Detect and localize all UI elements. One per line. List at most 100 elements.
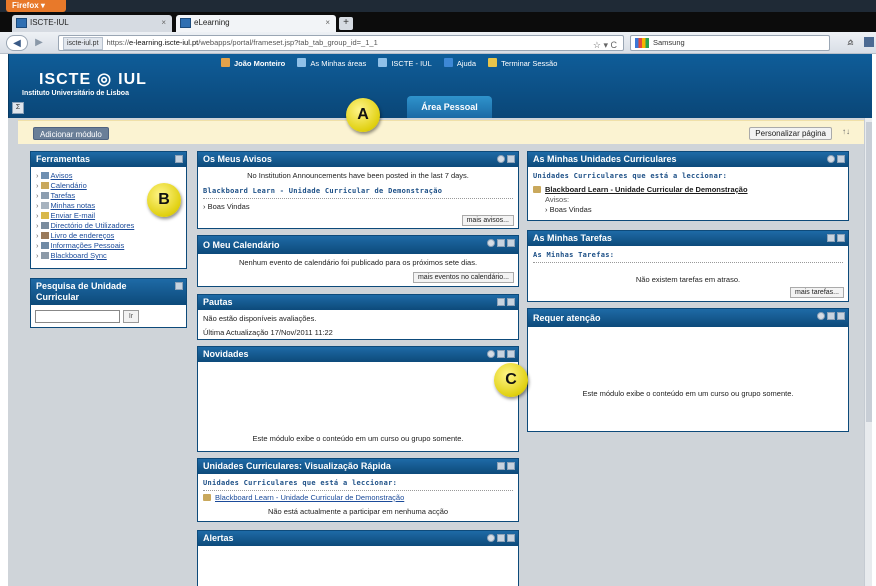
personalize-page-button[interactable]: Personalizar página bbox=[749, 127, 832, 140]
bookmark-star-icon[interactable]: ☆ ▾ C bbox=[593, 38, 617, 50]
announcement-item[interactable]: › Boas Vindas bbox=[533, 205, 843, 215]
module-title: Pesquisa de Unidade Curricular bbox=[31, 279, 186, 305]
module-menu-icon[interactable] bbox=[837, 155, 845, 163]
module-close-icon[interactable] bbox=[507, 462, 515, 470]
announcement-item[interactable]: › Boas Vindas bbox=[203, 202, 513, 212]
tool-item[interactable]: › Avisos bbox=[36, 171, 181, 181]
module-menu-icon[interactable] bbox=[507, 155, 515, 163]
course-link[interactable]: Blackboard Learn - Unidade Curricular de… bbox=[203, 493, 513, 503]
course-link[interactable]: Blackboard Learn - Unidade Curricular de… bbox=[533, 185, 843, 195]
tab-iscte[interactable]: ISCTE-IUL × bbox=[12, 15, 172, 32]
google-icon bbox=[635, 38, 649, 48]
tool-item[interactable]: › Blackboard Sync bbox=[36, 251, 181, 261]
tool-item[interactable]: › Informações Pessoais bbox=[36, 241, 181, 251]
module-visualizacao-rapida: Unidades Curriculares: Visualização Rápi… bbox=[197, 458, 519, 522]
module-title: Alertas bbox=[198, 531, 518, 546]
site-identity-badge[interactable]: iscte-iul.pt bbox=[63, 37, 103, 50]
directory-icon bbox=[40, 222, 49, 229]
module-menu-icon[interactable] bbox=[497, 298, 505, 306]
more-tasks-button[interactable]: mais tarefas... bbox=[790, 287, 844, 298]
module-options-icon[interactable] bbox=[487, 239, 495, 247]
module-close-icon[interactable] bbox=[507, 239, 515, 247]
forward-button[interactable]: ▶ bbox=[30, 35, 48, 51]
bookmarks-icon[interactable] bbox=[864, 37, 874, 47]
module-minhas-uc: As Minhas Unidades Curriculares Unidades… bbox=[527, 151, 849, 221]
reorder-icon[interactable]: ↑↓ bbox=[842, 127, 850, 136]
module-menu-icon[interactable] bbox=[497, 239, 505, 247]
close-icon[interactable]: × bbox=[161, 15, 166, 31]
tab-area-pessoal[interactable]: Área Pessoal bbox=[407, 96, 492, 118]
tasks-icon bbox=[40, 192, 49, 199]
back-arrow-icon: ◀ bbox=[13, 38, 21, 49]
logout-link[interactable]: Terminar Sessão bbox=[488, 58, 557, 68]
module-close-icon[interactable] bbox=[507, 298, 515, 306]
user-name-link[interactable]: João Monteiro bbox=[221, 58, 285, 68]
areas-icon bbox=[297, 58, 307, 67]
module-title: Requer atenção bbox=[528, 309, 848, 327]
module-title: Pautas bbox=[198, 295, 518, 310]
module-close-icon[interactable] bbox=[837, 312, 845, 320]
new-tab-button[interactable]: + bbox=[339, 17, 353, 30]
close-icon[interactable]: × bbox=[325, 15, 330, 31]
module-menu-icon[interactable] bbox=[175, 155, 183, 163]
scrollbar-thumb[interactable] bbox=[866, 122, 872, 422]
site-favicon-icon bbox=[180, 18, 191, 28]
module-close-icon[interactable] bbox=[507, 534, 515, 542]
module-options-icon[interactable] bbox=[497, 155, 505, 163]
module-options-icon[interactable] bbox=[487, 534, 495, 542]
module-menu-icon[interactable] bbox=[497, 462, 505, 470]
module-novidades: Novidades Este módulo exibe o conteúdo e… bbox=[197, 346, 519, 452]
module-menu-icon[interactable] bbox=[827, 312, 835, 320]
tab-elearning[interactable]: eLearning × bbox=[176, 15, 336, 32]
site-header: ISCTE ◎ IUL Instituto Universitário de L… bbox=[8, 54, 872, 118]
search-field[interactable]: Samsung ⌕ bbox=[630, 35, 853, 51]
help-link[interactable]: Ajuda bbox=[443, 58, 476, 68]
iscte-logo[interactable]: ISCTE ◎ IUL bbox=[39, 68, 147, 89]
address-bar[interactable]: iscte-iul.pt https://e-learning.iscte-iul… bbox=[58, 35, 624, 51]
course-icon bbox=[533, 186, 541, 193]
module-close-icon[interactable] bbox=[837, 234, 845, 242]
empty-message: No Institution Announcements have been p… bbox=[247, 171, 469, 180]
scrollbar[interactable] bbox=[864, 118, 872, 586]
module-options-icon[interactable] bbox=[487, 350, 495, 358]
module-options-icon[interactable] bbox=[827, 155, 835, 163]
course-search-input[interactable] bbox=[35, 310, 120, 323]
course-search-go-button[interactable]: Ir bbox=[123, 310, 139, 323]
home-icon[interactable]: ⌂ bbox=[848, 37, 854, 48]
tab-strip: ISCTE-IUL × eLearning × + bbox=[0, 12, 876, 32]
module-menu-icon[interactable] bbox=[827, 234, 835, 242]
iscte-link[interactable]: ISCTE - IUL bbox=[378, 58, 432, 68]
tool-item[interactable]: › Directório de Utilizadores bbox=[36, 221, 181, 231]
tool-item[interactable]: › Livro de endereços bbox=[36, 231, 181, 241]
more-announcements-button[interactable]: mais avisos... bbox=[461, 215, 514, 226]
module-options-icon[interactable] bbox=[817, 312, 825, 320]
module-menu-icon[interactable] bbox=[175, 282, 183, 290]
grades-updated: Última Actualização 17/Nov/2011 11:22 bbox=[203, 328, 333, 337]
module-title: Novidades bbox=[198, 347, 518, 362]
firefox-menu-button[interactable]: Firefox ▾ bbox=[6, 0, 66, 12]
address-book-icon bbox=[40, 232, 49, 239]
empty-message: Nenhum evento de calendário foi publicad… bbox=[238, 258, 478, 267]
course-heading: Blackboard Learn - Unidade Curricular de… bbox=[203, 186, 513, 199]
building-icon bbox=[378, 58, 388, 67]
module-title: Os Meus Avisos bbox=[198, 152, 518, 167]
more-events-button[interactable]: mais eventos no calendário... bbox=[412, 272, 514, 283]
grades-icon bbox=[40, 202, 49, 209]
my-areas-link[interactable]: As Minhas áreas bbox=[297, 58, 366, 68]
module-title: Unidades Curriculares: Visualização Rápi… bbox=[198, 459, 518, 474]
calendar-icon bbox=[40, 182, 49, 189]
back-button[interactable]: ◀ bbox=[6, 35, 28, 51]
logo-subtitle: Instituto Universitário de Lisboa bbox=[22, 90, 129, 97]
courses-subheading: Unidades Curriculares que está a leccion… bbox=[533, 172, 728, 180]
tab-title: ISCTE-IUL bbox=[30, 18, 69, 27]
module-message: Este módulo exibe o conteúdo em um curso… bbox=[582, 389, 794, 398]
menu-toggle-icon[interactable]: Σ bbox=[12, 102, 24, 114]
sync-icon bbox=[40, 252, 49, 259]
module-menu-icon[interactable] bbox=[497, 534, 505, 542]
announcements-icon bbox=[40, 172, 49, 179]
add-module-button[interactable]: Adicionar módulo bbox=[33, 127, 109, 140]
module-close-icon[interactable] bbox=[507, 350, 515, 358]
module-menu-icon[interactable] bbox=[497, 350, 505, 358]
participation-note: Não está actualmente a participar em nen… bbox=[267, 507, 449, 516]
tab-title: eLearning bbox=[194, 18, 230, 27]
